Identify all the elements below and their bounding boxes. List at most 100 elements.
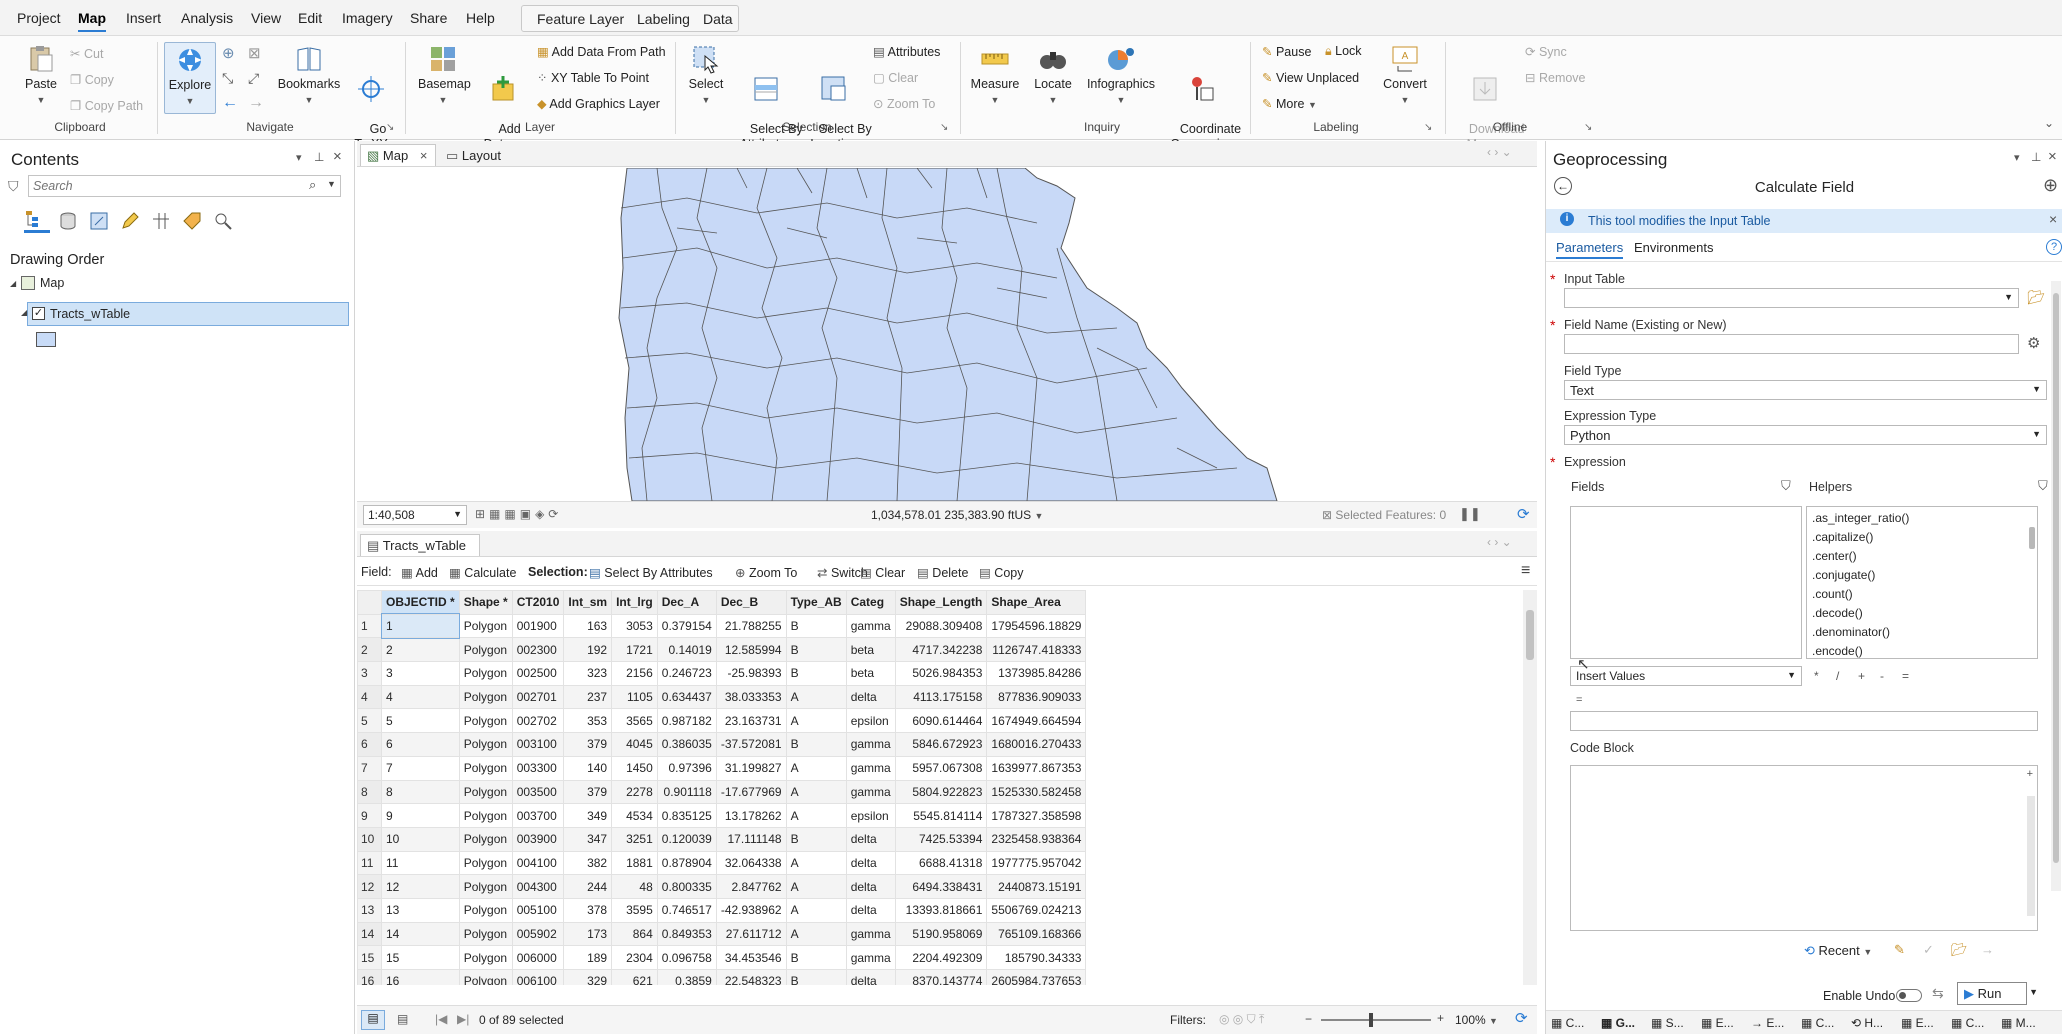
table-cell[interactable]: Polygon [458,661,513,686]
table-row[interactable]: 13 13 Polygon 005100 378 3595 0.746517 -42.9389… [357,897,1087,923]
scrollbar-thumb[interactable] [1526,610,1534,660]
tracts-map-graphic[interactable] [357,168,1537,501]
table-cell[interactable]: gamma [845,779,896,805]
table-cell[interactable]: 005100 [511,897,565,923]
table-cell[interactable]: 2.847762 [715,874,787,899]
table-cell[interactable]: 0.386035 [656,732,717,757]
menu-edit[interactable]: Edit [298,10,322,26]
table-cell[interactable]: delta [845,874,896,899]
table-cell[interactable]: Polygon [458,803,513,828]
row-number[interactable]: 9 [357,803,382,828]
table-cell[interactable]: 23.163731 [715,708,787,734]
table-cell[interactable]: 382 [563,850,613,876]
xy-table-to-point-button[interactable]: ⁘ XY Table To Point [537,70,649,85]
equals-button[interactable]: = [1902,669,1909,683]
table-cell[interactable]: 864 [611,921,658,947]
offline-launcher-icon[interactable]: ↘ [1584,122,1592,133]
row-number-header[interactable] [357,590,382,615]
row-number[interactable]: 7 [357,755,382,781]
helpers-scrollbar-thumb[interactable] [2029,527,2035,549]
column-header[interactable]: OBJECTID * [381,590,460,615]
tab-explore[interactable]: ▦ E... [1901,1016,1934,1030]
list-by-perspective-button[interactable] [213,211,233,234]
map-canvas[interactable] [357,168,1537,501]
menu-share[interactable]: Share [410,10,447,26]
list-by-editing-button[interactable] [120,211,140,234]
table-cell[interactable]: 13 [381,897,460,923]
table-cell[interactable]: beta [845,637,896,663]
pin-icon[interactable]: ⊥ [314,150,324,164]
row-number[interactable]: 14 [357,921,382,947]
table-row[interactable]: 7 7 Polygon 003300 140 1450 0.97396 31.199827 Ag… [357,755,1087,781]
subtract-button[interactable]: - [1880,669,1884,683]
filter-icons[interactable]: ◎ ◎ ⛉ ⤒ [1219,1012,1264,1027]
table-cell[interactable]: 0.120039 [656,826,717,852]
column-header[interactable]: Dec_B [715,590,787,615]
table-cell[interactable]: 378 [563,897,613,923]
table-cell[interactable]: 173 [563,921,613,947]
table-cell[interactable]: Polygon [458,732,513,757]
table-cell[interactable]: 0.14019 [656,637,717,663]
tab-scroll-icon[interactable]: ‹ › ⌄ [1487,145,1512,159]
table-cell[interactable]: 349 [563,803,613,828]
table-cell[interactable]: 11 [381,850,460,876]
table-cell[interactable]: Polygon [458,945,513,970]
table-cell[interactable]: delta [845,826,896,852]
table-cell[interactable]: 2204.492309 [894,945,988,970]
add-operator-button[interactable]: + [1858,669,1865,683]
table-zoom-to-button[interactable]: ⊕ Zoom To [735,565,797,580]
table-cell[interactable]: B [785,637,847,663]
table-cell[interactable]: 004100 [511,850,565,876]
browse-folder-icon[interactable]: 📂︎ [2027,289,2045,306]
list-item[interactable]: .conjugate() [1812,566,2032,585]
table-cell[interactable]: 1105 [611,684,658,710]
table-row[interactable]: 12 12 Polygon 004300 244 48 0.800335 2.847762 Ad… [357,874,1087,899]
clear-expression-icon[interactable]: ✎ [1894,942,1905,958]
table-cell[interactable]: A [785,684,847,710]
convert-button[interactable]: A Convert ▼ [1380,44,1430,108]
table-cell[interactable]: Polygon [458,850,513,876]
table-cell[interactable]: 006000 [511,945,565,970]
table-cell[interactable]: 005902 [511,921,565,947]
show-selected-records-button[interactable]: ▤ [397,1012,408,1026]
table-cell[interactable]: 0.246723 [656,661,717,686]
divide-button[interactable]: / [1836,669,1839,683]
zoom-out-icon[interactable]: ⤢ [248,70,259,87]
search-dropdown-icon[interactable]: ▼ [327,179,336,189]
table-cell[interactable]: B [785,613,847,639]
pin-icon[interactable]: ⊥ [2031,150,2041,164]
table-cell[interactable]: 0.835125 [656,803,717,828]
tab-create[interactable]: ▦ C... [1951,1016,1984,1030]
table-cell[interactable]: 621 [611,969,658,985]
table-cell[interactable]: beta [845,661,896,686]
labeling-launcher-icon[interactable]: ↘ [1424,122,1432,133]
table-cell[interactable]: 2156 [611,661,658,686]
table-cell[interactable]: 7425.53394 [894,826,988,852]
zoom-to-selection-button[interactable]: ⊙ Zoom To [873,96,935,111]
tab-export[interactable]: → E... [1751,1016,1784,1030]
table-cell[interactable]: 34.453546 [715,945,787,970]
table-cell[interactable]: 4045 [611,732,658,757]
table-cell[interactable]: 2 [381,637,460,663]
table-cell[interactable]: 001900 [511,613,565,639]
map-coordinates[interactable]: 1,034,578.01 235,383.90 ftUS ▼ [871,508,1043,522]
table-cell[interactable]: 29088.309408 [894,613,988,639]
recent-button[interactable]: ⟲ Recent ▼ [1804,943,1872,959]
table-cell[interactable]: 14 [381,921,460,947]
column-header[interactable]: Shape * [458,590,513,615]
paste-button[interactable]: Paste ▼ [22,44,60,108]
row-number[interactable]: 13 [357,897,382,923]
menu-view[interactable]: View [251,10,281,26]
expand-editor-icon[interactable]: + [2027,768,2033,780]
row-number[interactable]: 8 [357,779,382,805]
code-block-editor[interactable]: + [1570,765,2038,931]
list-item[interactable]: .decode() [1812,604,2032,623]
close-pane-icon[interactable]: × [2048,148,2057,165]
table-cell[interactable]: Polygon [458,613,513,639]
table-cell[interactable]: 0.800335 [656,874,717,899]
table-row[interactable]: 14 14 Polygon 005902 173 864 0.849353 27.611712… [357,921,1087,947]
table-cell[interactable]: 13.178262 [715,803,787,828]
tab-table[interactable]: ▤ Tracts_wTable × [360,534,480,569]
run-options-icon[interactable]: ⇆ [1932,985,1944,1002]
row-number[interactable]: 12 [357,874,382,899]
